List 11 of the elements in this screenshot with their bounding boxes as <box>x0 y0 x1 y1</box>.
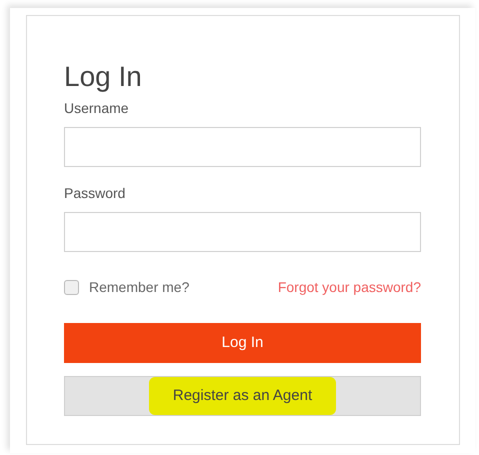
field-label: Username <box>64 99 129 118</box>
field-label: Password <box>64 184 126 203</box>
register-button[interactable]: Register as an Agent <box>64 376 421 416</box>
forgot-password-link[interactable]: Forgot your password? <box>278 277 421 298</box>
input-field[interactable] <box>64 212 421 252</box>
remember-checkbox[interactable] <box>64 280 79 295</box>
remember-label: Remember me? <box>89 278 190 297</box>
input-field[interactable] <box>64 127 421 167</box>
marker-highlight: Register as an Agent <box>148 376 336 416</box>
login-button[interactable]: Log In <box>64 323 421 363</box>
login-title: Log In <box>64 60 142 94</box>
